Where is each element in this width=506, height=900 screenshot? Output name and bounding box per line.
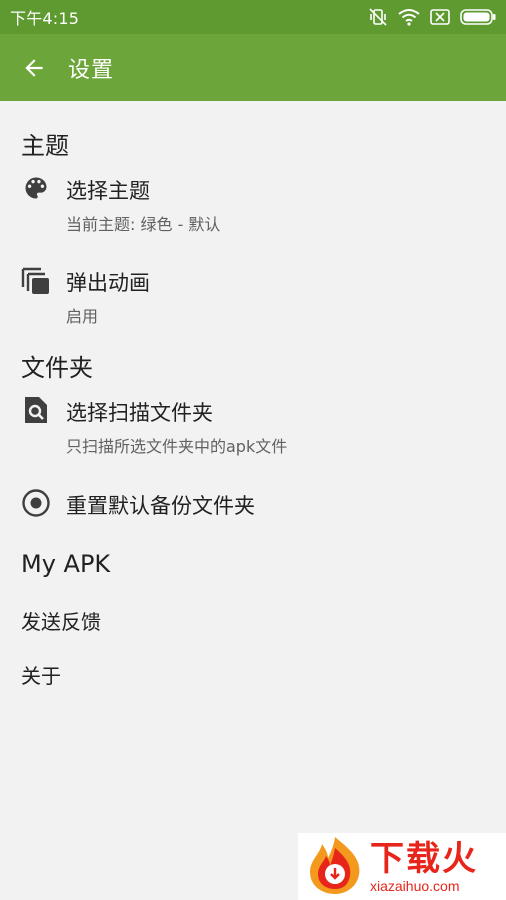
section-header-myapk: My APK <box>21 550 111 578</box>
pref-about[interactable]: 关于 <box>21 660 61 689</box>
page-title: 设置 <box>68 57 115 83</box>
watermark: 下载火 xiazaihuo.com <box>298 833 506 900</box>
pref-send-feedback[interactable]: 发送反馈 <box>21 606 101 635</box>
status-icons <box>368 7 496 27</box>
status-bar: 下午4:15 <box>0 0 506 34</box>
copy-stack-icon <box>21 265 51 295</box>
vibrate-off-icon <box>368 7 388 27</box>
pref-select-scan-folder[interactable]: 选择扫描文件夹 只扫描所选文件夹中的apk文件 <box>0 389 506 471</box>
pref-reset-backup-folder[interactable]: 重置默认备份文件夹 <box>0 479 506 539</box>
watermark-url: xiazaihuo.com <box>370 877 460 894</box>
wifi-icon <box>398 8 420 26</box>
pref-summary: 只扫描所选文件夹中的apk文件 <box>66 437 288 456</box>
watermark-brand: 下载火 <box>370 838 478 879</box>
section-header-folder: 文件夹 <box>21 354 93 382</box>
pref-popup-animation[interactable]: 弹出动画 启用 <box>0 259 506 341</box>
radio-target-icon <box>21 488 51 518</box>
flame-logo-icon <box>304 834 366 900</box>
watermark-text: 下载火 xiazaihuo.com <box>370 840 478 894</box>
sim-off-icon <box>430 9 450 25</box>
file-search-icon <box>21 395 51 425</box>
pref-summary: 当前主题: 绿色 - 默认 <box>66 215 221 234</box>
app-bar: 设置 <box>0 34 506 101</box>
section-header-theme: 主题 <box>21 132 69 160</box>
pref-select-theme[interactable]: 选择主题 当前主题: 绿色 - 默认 <box>0 167 506 249</box>
status-time: 下午4:15 <box>10 9 80 28</box>
pref-title: 重置默认备份文件夹 <box>66 494 255 518</box>
back-button[interactable] <box>17 51 51 85</box>
pref-title: 弹出动画 <box>66 271 150 295</box>
pref-summary: 启用 <box>66 307 99 326</box>
battery-icon <box>460 9 496 25</box>
pref-title: 选择扫描文件夹 <box>66 401 213 425</box>
pref-title: 选择主题 <box>66 179 150 203</box>
arrow-left-icon <box>25 58 43 77</box>
palette-icon <box>21 173 51 203</box>
